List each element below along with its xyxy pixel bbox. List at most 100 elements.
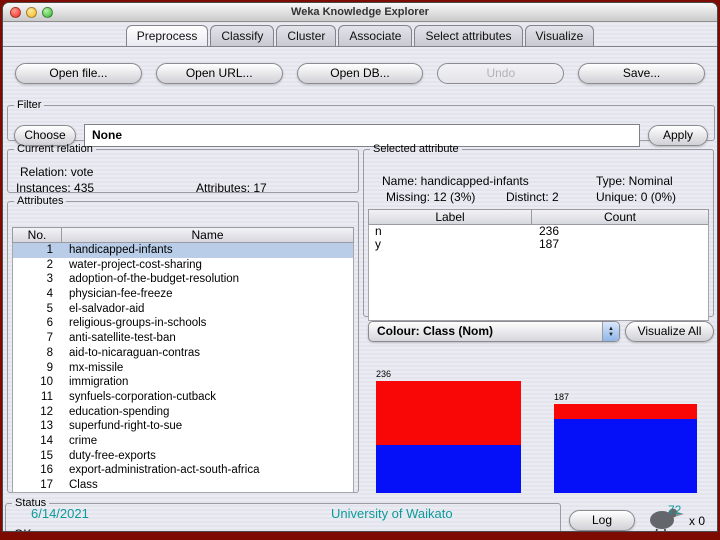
- attribute-name: education-spending: [59, 405, 169, 420]
- attribute-row[interactable]: 7anti-satellite-test-ban: [13, 331, 353, 346]
- value-label: y: [369, 238, 533, 251]
- label-count-body: n236y187: [368, 225, 709, 321]
- tab-bar: PreprocessClassifyClusterAssociateSelect…: [3, 24, 717, 47]
- label-count-header: Label Count: [368, 209, 709, 225]
- attribute-row[interactable]: 17Class: [13, 478, 353, 493]
- label-count-table: Label Count n236y187: [368, 209, 709, 321]
- histogram-bar-n: [376, 381, 521, 493]
- attribute-row[interactable]: 15duty-free-exports: [13, 449, 353, 464]
- instances-count: Instances: 435: [16, 181, 94, 195]
- bar-segment-class-red: [554, 404, 697, 419]
- attribute-name: religious-groups-in-schools: [59, 316, 206, 331]
- attribute-row[interactable]: 4physician-fee-freeze: [13, 287, 353, 302]
- attribute-name: handicapped-infants: [59, 243, 173, 258]
- attribute-no: 16: [13, 463, 59, 478]
- filter-legend: Filter: [14, 99, 44, 111]
- bar-segment-class-blue: [376, 445, 521, 493]
- colour-select-value: Colour: Class (Nom): [377, 324, 493, 338]
- attribute-name: export-administration-act-south-africa: [59, 463, 259, 478]
- selected-attribute-missing: Missing: 12 (3%): [386, 190, 475, 204]
- attribute-name: Class: [59, 478, 98, 493]
- open-file-button[interactable]: Open file...: [15, 63, 142, 84]
- column-header-count[interactable]: Count: [531, 209, 709, 225]
- attribute-row[interactable]: 12education-spending: [13, 405, 353, 420]
- selected-attribute-legend: Selected attribute: [370, 143, 462, 155]
- tab-visualize[interactable]: Visualize: [525, 25, 595, 46]
- selected-attribute-section: Selected attribute Name: handicapped-inf…: [363, 143, 714, 317]
- value-count: 187: [533, 238, 559, 251]
- value-label: n: [369, 225, 533, 238]
- bar-segment-class-blue: [554, 419, 697, 493]
- tab-select-attributes[interactable]: Select attributes: [414, 25, 522, 46]
- log-button[interactable]: Log: [569, 510, 635, 531]
- histogram-bar-y: [554, 404, 697, 493]
- selected-attribute-type: Type: Nominal: [596, 174, 673, 188]
- attribute-name: immigration: [59, 375, 128, 390]
- attribute-no: 11: [13, 390, 59, 405]
- selected-attribute-distinct: Distinct: 2: [506, 190, 559, 204]
- attribute-row[interactable]: 9mx-missile: [13, 361, 353, 376]
- attribute-row[interactable]: 3adoption-of-the-budget-resolution: [13, 272, 353, 287]
- attribute-no: 17: [13, 478, 59, 493]
- attribute-name: crime: [59, 434, 97, 449]
- attribute-name: duty-free-exports: [59, 449, 156, 464]
- attribute-row[interactable]: 14crime: [13, 434, 353, 449]
- toolbar: Open file... Open URL... Open DB... Undo…: [15, 63, 705, 84]
- column-header-label[interactable]: Label: [368, 209, 532, 225]
- column-header-no[interactable]: No.: [12, 227, 62, 243]
- label-count-row[interactable]: y187: [369, 238, 708, 251]
- histogram: 236 187: [368, 347, 714, 495]
- attribute-row[interactable]: 5el-salvador-aid: [13, 302, 353, 317]
- overlay-date: 6/14/2021: [31, 506, 89, 521]
- attribute-row[interactable]: 6religious-groups-in-schools: [13, 316, 353, 331]
- attribute-no: 3: [13, 272, 59, 287]
- attribute-no: 14: [13, 434, 59, 449]
- attribute-row[interactable]: 1handicapped-infants: [13, 243, 353, 258]
- save-button[interactable]: Save...: [578, 63, 705, 84]
- tab-cluster[interactable]: Cluster: [276, 25, 336, 46]
- attributes-table: No. Name 1handicapped-infants2water-proj…: [12, 227, 354, 493]
- attribute-no: 1: [13, 243, 59, 258]
- titlebar[interactable]: Weka Knowledge Explorer: [3, 3, 717, 22]
- attribute-name: synfuels-corporation-cutback: [59, 390, 216, 405]
- combo-stepper-icon[interactable]: ▲▼: [602, 322, 619, 341]
- selected-attribute-unique: Unique: 0 (0%): [596, 190, 676, 204]
- attribute-no: 12: [13, 405, 59, 420]
- filter-section: Filter Choose None Apply: [7, 99, 715, 141]
- attribute-row[interactable]: 10immigration: [13, 375, 353, 390]
- undo-button: Undo: [437, 63, 564, 84]
- attribute-row[interactable]: 8aid-to-nicaraguan-contras: [13, 346, 353, 361]
- attribute-name: el-salvador-aid: [59, 302, 144, 317]
- column-header-name[interactable]: Name: [61, 227, 354, 243]
- tab-associate[interactable]: Associate: [338, 25, 412, 46]
- attribute-name: aid-to-nicaraguan-contras: [59, 346, 200, 361]
- visualize-all-button[interactable]: Visualize All: [625, 321, 714, 342]
- tab-classify[interactable]: Classify: [210, 25, 274, 46]
- current-relation-section: Current relation Relation: vote Instance…: [7, 143, 359, 193]
- overlay-number: 72: [668, 503, 681, 517]
- log-counter: x 0: [689, 514, 705, 528]
- attributes-section: Attributes No. Name 1handicapped-infants…: [7, 195, 359, 493]
- current-relation-legend: Current relation: [14, 143, 96, 155]
- bar-segment-class-red: [376, 381, 521, 445]
- attributes-table-header: No. Name: [12, 227, 354, 243]
- attribute-row[interactable]: 11synfuels-corporation-cutback: [13, 390, 353, 405]
- open-url-button[interactable]: Open URL...: [156, 63, 283, 84]
- open-db-button[interactable]: Open DB...: [297, 63, 424, 84]
- attribute-row[interactable]: 13superfund-right-to-sue: [13, 419, 353, 434]
- attribute-row[interactable]: 2water-project-cost-sharing: [13, 258, 353, 273]
- tab-preprocess[interactable]: Preprocess: [126, 25, 209, 46]
- window-title: Weka Knowledge Explorer: [3, 3, 717, 22]
- bar-count-label: 187: [554, 392, 569, 402]
- attribute-no: 15: [13, 449, 59, 464]
- attribute-no: 13: [13, 419, 59, 434]
- weka-window: Weka Knowledge Explorer PreprocessClassi…: [2, 2, 718, 532]
- attribute-row[interactable]: 16export-administration-act-south-africa: [13, 463, 353, 478]
- colour-select[interactable]: Colour: Class (Nom) ▲▼: [368, 321, 620, 342]
- attribute-no: 5: [13, 302, 59, 317]
- attributes-count: Attributes: 17: [196, 181, 267, 195]
- status-message: OK: [14, 527, 31, 532]
- attribute-name: anti-satellite-test-ban: [59, 331, 176, 346]
- attribute-name: physician-fee-freeze: [59, 287, 173, 302]
- bar-count-label: 236: [376, 369, 391, 379]
